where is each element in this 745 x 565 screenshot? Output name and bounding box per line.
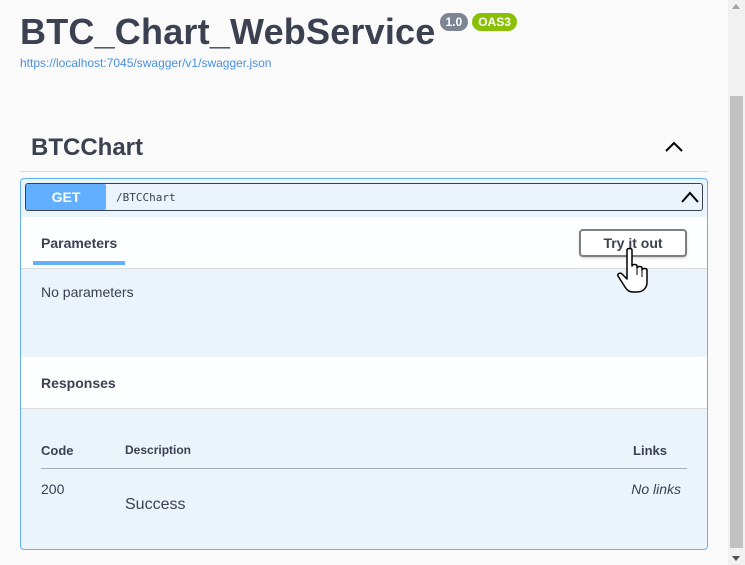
table-row: 200 Success No links bbox=[41, 469, 687, 529]
no-parameters-text: No parameters bbox=[41, 284, 134, 300]
responses-table: Code Description Links 200 Success No li… bbox=[41, 437, 687, 529]
tag-name: BTCChart bbox=[31, 134, 143, 161]
version-badge: 1.0 bbox=[439, 13, 469, 31]
hand-pointer-icon bbox=[617, 247, 648, 293]
api-title: BTC_Chart_WebService bbox=[20, 11, 436, 52]
vertical-scrollbar[interactable] bbox=[728, 0, 745, 565]
response-code: 200 bbox=[41, 481, 65, 497]
scroll-down-arrow-icon[interactable] bbox=[732, 556, 740, 561]
api-info: BTC_Chart_WebService 1.0 OAS3 bbox=[20, 10, 517, 54]
parameters-header: Parameters Try it out bbox=[21, 217, 707, 269]
tag-section-header[interactable]: BTCChart bbox=[20, 125, 708, 172]
tab-parameters[interactable]: Parameters bbox=[41, 235, 117, 251]
spec-url-link[interactable]: https://localhost:7045/swagger/v1/swagge… bbox=[20, 56, 271, 70]
operation-block-get: GET /BTCChart Parameters Try it out No p… bbox=[20, 178, 708, 550]
scrollbar-thumb[interactable] bbox=[730, 96, 743, 548]
chevron-up-icon[interactable] bbox=[680, 189, 700, 205]
operation-summary[interactable]: GET /BTCChart bbox=[25, 183, 703, 211]
response-links: No links bbox=[631, 481, 681, 497]
column-links: Links bbox=[633, 443, 667, 458]
scroll-up-arrow-icon[interactable] bbox=[732, 4, 740, 9]
response-description: Success bbox=[125, 496, 186, 513]
swagger-page: BTC_Chart_WebService 1.0 OAS3 https://lo… bbox=[0, 0, 728, 565]
oas-badge: OAS3 bbox=[472, 13, 517, 31]
responses-table-header: Code Description Links bbox=[41, 437, 687, 469]
column-code: Code bbox=[41, 443, 74, 458]
tab-active-indicator bbox=[33, 261, 125, 265]
method-badge: GET bbox=[26, 184, 106, 210]
column-description: Description bbox=[125, 443, 192, 457]
responses-header: Responses bbox=[21, 357, 707, 409]
operation-path: /BTCChart bbox=[116, 190, 176, 204]
responses-title: Responses bbox=[41, 375, 116, 391]
chevron-up-icon[interactable] bbox=[662, 137, 686, 157]
